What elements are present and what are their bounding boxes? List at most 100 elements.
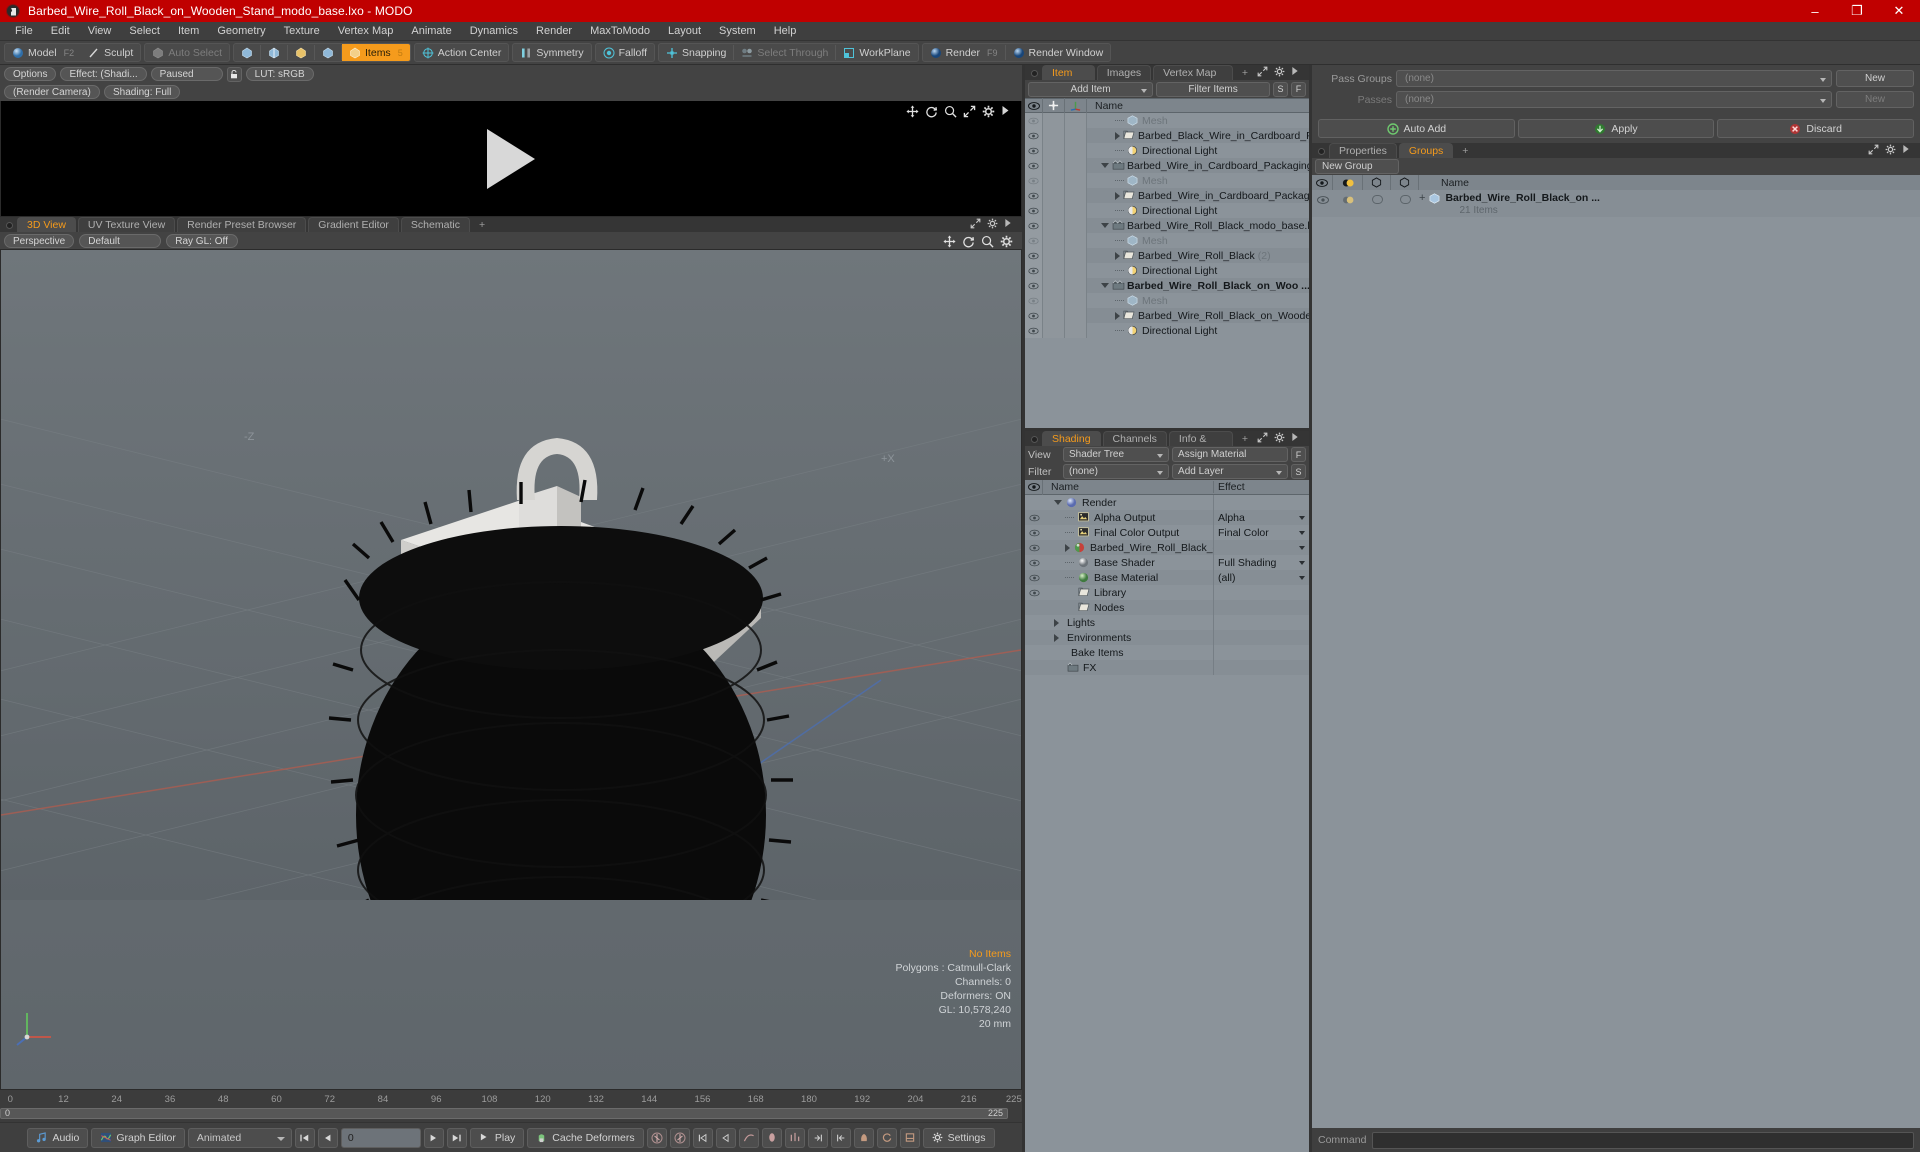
- next-key-button[interactable]: [715, 1127, 736, 1148]
- zoom-icon[interactable]: [944, 105, 957, 118]
- item-list-row[interactable]: Mesh: [1025, 113, 1309, 128]
- shader-row-effect-cell[interactable]: [1213, 645, 1309, 660]
- item-list-row[interactable]: Barbed_Wire_Roll_Black (2): [1025, 248, 1309, 263]
- row-lock-cell[interactable]: [1043, 128, 1065, 143]
- add-layer-dropdown[interactable]: Add Layer: [1172, 464, 1288, 479]
- item-list-row[interactable]: Barbed_Wire_in_Cardboard_Packagin ...: [1025, 188, 1309, 203]
- timeline[interactable]: 0 12 24 36 48 60 72 84 96 108 120 132 144 156 168 180 19…: [0, 1090, 1022, 1122]
- row-lock-cell[interactable]: [1043, 218, 1065, 233]
- item-list-row[interactable]: Directional Light: [1025, 203, 1309, 218]
- row-name-cell[interactable]: Mesh: [1087, 175, 1309, 187]
- shader-tree-dropdown[interactable]: Shader Tree: [1063, 447, 1170, 462]
- gear-icon[interactable]: [1885, 144, 1897, 156]
- shader-tree-row[interactable]: Final Color Output Final Color: [1025, 525, 1309, 540]
- shading-dropdown[interactable]: Shading: Full: [104, 85, 181, 99]
- effect-dropdown[interactable]: Effect: (Shadi...: [60, 67, 147, 81]
- gear-icon[interactable]: [987, 218, 999, 230]
- row-axis-cell[interactable]: [1065, 113, 1087, 128]
- animated-dropdown[interactable]: Animated: [187, 1127, 292, 1148]
- row-axis-cell[interactable]: [1065, 218, 1087, 233]
- menu-item-layout[interactable]: Layout: [659, 22, 710, 41]
- vertices-mode-button[interactable]: [234, 44, 260, 61]
- row-name-cell[interactable]: Barbed_Wire_Roll_Black_modo_base.lxo: [1087, 220, 1309, 232]
- row-lock-cell[interactable]: [1043, 323, 1065, 338]
- curve-type-button[interactable]: [738, 1127, 759, 1148]
- row-lock-cell[interactable]: [1043, 158, 1065, 173]
- row-name-cell[interactable]: Barbed_Wire_in_Cardboard_Packagin ...: [1087, 190, 1309, 202]
- ghost-button[interactable]: [853, 1127, 874, 1148]
- group-row[interactable]: + Barbed_Wire_Roll_Black_on ... 21 Items: [1312, 190, 1920, 217]
- falloff-button[interactable]: Falloff: [596, 44, 654, 61]
- shader-row-visibility[interactable]: [1025, 600, 1043, 615]
- viewport-3d-canvas[interactable]: +X -Z No Items Polygons: Catmull-Clark …: [0, 249, 1022, 1090]
- shader-tree-row[interactable]: Environments: [1025, 630, 1309, 645]
- shader-tree-row[interactable]: Bake Items: [1025, 645, 1309, 660]
- item-list-row[interactable]: Mesh: [1025, 173, 1309, 188]
- symmetry-button[interactable]: Symmetry: [513, 44, 590, 61]
- lock-icon[interactable]: [226, 66, 242, 82]
- shader-row-effect-cell[interactable]: Full Shading: [1213, 555, 1309, 570]
- item-list-row[interactable]: Directional Light: [1025, 263, 1309, 278]
- key-create-button[interactable]: [646, 1127, 667, 1148]
- options-button[interactable]: Options: [4, 67, 57, 81]
- row-lock-cell[interactable]: [1043, 308, 1065, 323]
- key-channels-button[interactable]: [784, 1127, 805, 1148]
- shader-row-name-cell[interactable]: FX: [1043, 662, 1213, 674]
- tab-itemlist-images[interactable]: Images: [1096, 65, 1152, 80]
- key-delete-button[interactable]: [669, 1127, 690, 1148]
- shader-tree[interactable]: Render Alpha Output Alpha Final Color Outpu…: [1025, 495, 1309, 1152]
- row-name-cell[interactable]: Mesh: [1087, 235, 1309, 247]
- row-visibility-toggle[interactable]: [1025, 113, 1043, 128]
- render-camera-dropdown[interactable]: (Render Camera): [4, 85, 100, 99]
- tab-shading-info-statistics[interactable]: Info & Statistics: [1168, 431, 1233, 460]
- shader-row-name-cell[interactable]: Lights: [1043, 617, 1213, 629]
- item-list-row[interactable]: Barbed_Wire_Roll_Black_on_Woo ...: [1025, 278, 1309, 293]
- shader-row-effect-cell[interactable]: [1213, 495, 1309, 510]
- row-name-cell[interactable]: Directional Light: [1087, 145, 1309, 157]
- row-name-cell[interactable]: Directional Light: [1087, 325, 1309, 337]
- tab-viewport-uv-texture-view[interactable]: UV Texture View: [77, 217, 176, 232]
- shader-row-name-cell[interactable]: Base Material: [1043, 572, 1213, 584]
- row-axis-cell[interactable]: [1065, 158, 1087, 173]
- materials-mode-button[interactable]: [315, 44, 341, 61]
- edges-mode-button[interactable]: [261, 44, 287, 61]
- group-visibility-toggle[interactable]: [1312, 190, 1333, 209]
- row-axis-cell[interactable]: [1065, 293, 1087, 308]
- row-visibility-toggle[interactable]: [1025, 293, 1043, 308]
- row-visibility-toggle[interactable]: [1025, 248, 1043, 263]
- row-name-cell[interactable]: Mesh: [1087, 115, 1309, 127]
- previous-frame-button[interactable]: [317, 1127, 338, 1148]
- rotate-icon[interactable]: [925, 105, 938, 118]
- row-name-cell[interactable]: Mesh: [1087, 295, 1309, 307]
- row-lock-cell[interactable]: [1043, 293, 1065, 308]
- expand-panel-icon[interactable]: [1257, 66, 1269, 78]
- render-play-triangle-icon[interactable]: [487, 128, 535, 189]
- menu-item-animate[interactable]: Animate: [402, 22, 460, 41]
- close-button[interactable]: ✕: [1878, 0, 1920, 22]
- gear-icon[interactable]: [982, 105, 995, 118]
- chevron-down-icon[interactable]: [1299, 531, 1305, 535]
- shader-tree-row[interactable]: Base Shader Full Shading: [1025, 555, 1309, 570]
- snapping-button[interactable]: Snapping: [659, 44, 733, 61]
- group-expand-plus[interactable]: +: [1419, 191, 1425, 205]
- panel-menu-arrow-icon[interactable]: [1291, 66, 1303, 78]
- shader-tree-row[interactable]: Nodes: [1025, 600, 1309, 615]
- item-list-tree[interactable]: Mesh Barbed_Black_Wire_in_Cardboard_Pa ..…: [1025, 113, 1309, 428]
- tab-groups--[interactable]: +: [1455, 143, 1475, 158]
- shader-row-effect-cell[interactable]: [1213, 615, 1309, 630]
- pan-icon[interactable]: [943, 234, 956, 248]
- row-lock-cell[interactable]: [1043, 143, 1065, 158]
- passes-dropdown[interactable]: (none): [1396, 91, 1832, 108]
- shader-row-visibility[interactable]: [1025, 630, 1043, 645]
- sculpt-mode-button[interactable]: Sculpt: [81, 44, 140, 61]
- menu-item-render[interactable]: Render: [527, 22, 581, 41]
- play-button[interactable]: Play: [469, 1127, 525, 1148]
- shader-row-visibility[interactable]: [1025, 510, 1043, 525]
- shader-row-name-cell[interactable]: Bake Items: [1043, 647, 1213, 659]
- shader-row-effect-cell[interactable]: [1213, 600, 1309, 615]
- loop-in-button[interactable]: [807, 1127, 828, 1148]
- row-visibility-toggle[interactable]: [1025, 323, 1043, 338]
- shader-row-effect-cell[interactable]: [1213, 630, 1309, 645]
- lut-dropdown[interactable]: LUT: sRGB: [245, 67, 314, 81]
- panel-menu-arrow-icon[interactable]: [1004, 218, 1016, 230]
